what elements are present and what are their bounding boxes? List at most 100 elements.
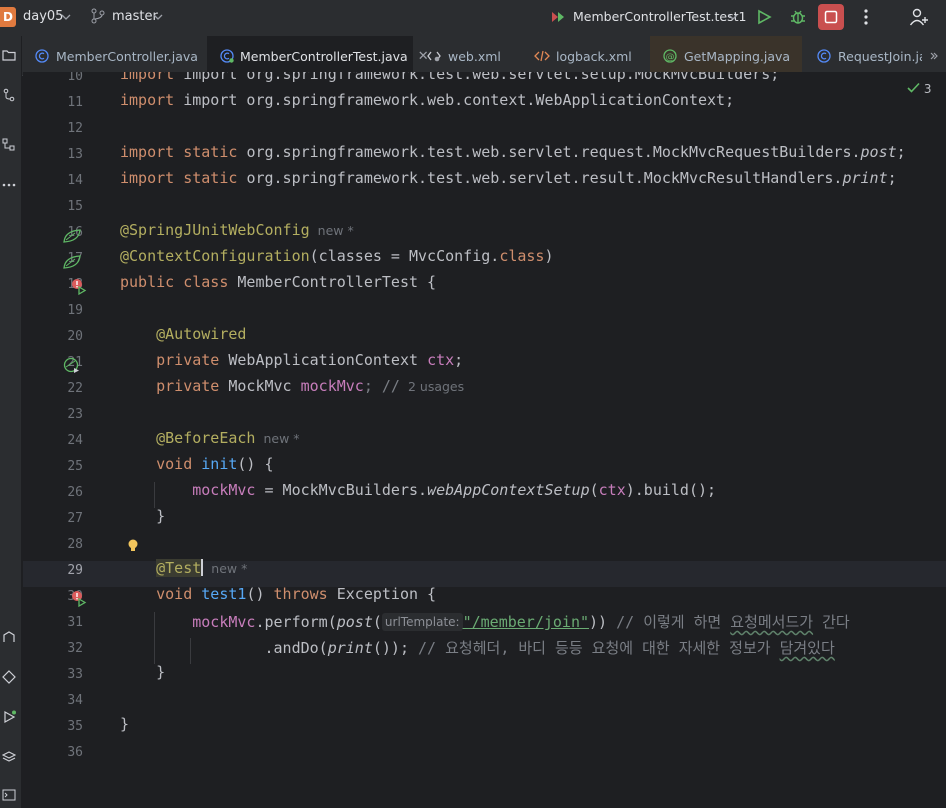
- line-number[interactable]: 26: [23, 485, 83, 500]
- code-line-31: mockMvc.perform(post(urlTemplate: "/membe…: [120, 611, 850, 632]
- structure-icon[interactable]: [0, 136, 18, 154]
- autowired-bean-icon[interactable]: [63, 357, 81, 375]
- string-literal[interactable]: "/member/join": [463, 613, 589, 631]
- xml-file-icon: [426, 48, 442, 64]
- class-declaration: MemberControllerTest {: [237, 273, 437, 291]
- line-number[interactable]: 10: [23, 72, 83, 84]
- branch-name[interactable]: master: [112, 9, 158, 24]
- terminal-icon[interactable]: [0, 786, 18, 804]
- field-name: ctx: [598, 481, 626, 499]
- line-number[interactable]: 22: [23, 381, 83, 396]
- tab-overflow-chevron-icon[interactable]: [922, 36, 946, 76]
- punctuation: ());: [372, 639, 419, 657]
- code-line-27: }: [120, 507, 165, 525]
- code-line-26: mockMvc = MockMvcBuilders.webAppContextS…: [120, 481, 716, 499]
- stop-button[interactable]: [818, 4, 844, 30]
- run-test-failed-icon[interactable]: [70, 590, 88, 608]
- annotation: @SpringJUnitWebConfig: [120, 221, 310, 239]
- annotation: @Autowired: [156, 325, 247, 343]
- author-hint[interactable]: new *: [263, 431, 299, 446]
- code-line-18: public class MemberControllerTest {: [120, 273, 436, 291]
- line-number[interactable]: 25: [23, 459, 83, 474]
- tab-logback-xml[interactable]: logback.xml: [522, 36, 647, 76]
- punctuation: (): [246, 585, 274, 603]
- chevron-down-icon[interactable]: [728, 7, 738, 30]
- line-number[interactable]: 20: [23, 329, 83, 344]
- expression: = MockMvcBuilders.: [255, 481, 428, 499]
- comment-typo: 요청메서드가: [730, 613, 814, 631]
- tab-web-xml[interactable]: web.xml: [414, 36, 518, 76]
- comment-typo: 담겨있다: [779, 639, 835, 657]
- tab-member-controller[interactable]: MemberController.java: [22, 36, 207, 76]
- project-folder-icon[interactable]: [0, 46, 18, 64]
- line-number[interactable]: 36: [23, 745, 83, 760]
- spring-bean-icon[interactable]: [63, 227, 81, 245]
- type-name: MockMvc: [228, 377, 301, 395]
- debug-icon[interactable]: [785, 4, 811, 30]
- chevron-down-icon[interactable]: [61, 7, 71, 30]
- line-number[interactable]: 19: [23, 303, 83, 318]
- import-path: org.springframework.test.web.servlet.req…: [246, 143, 861, 161]
- project-name[interactable]: day05: [23, 9, 63, 24]
- author-hint[interactable]: new *: [318, 223, 354, 238]
- layers-icon[interactable]: [0, 748, 18, 766]
- line-number[interactable]: 31: [23, 615, 83, 630]
- code-line-33: }: [120, 663, 165, 681]
- inspection-widget[interactable]: 3: [907, 82, 931, 96]
- keyword: import static: [120, 169, 247, 187]
- closing-brace: }: [120, 715, 130, 733]
- line-number[interactable]: 33: [23, 667, 83, 682]
- test-run-config-icon[interactable]: [549, 8, 567, 26]
- line-number[interactable]: 23: [23, 407, 83, 422]
- punctuation: () {: [237, 455, 274, 473]
- code-line-25: void init() {: [120, 455, 274, 473]
- svg-text:@: @: [666, 53, 675, 63]
- static-method: print: [327, 639, 373, 657]
- expression: .perform(: [255, 613, 337, 631]
- closing-brace: }: [156, 507, 166, 525]
- closing-brace: }: [156, 663, 166, 681]
- line-number[interactable]: 28: [23, 537, 83, 552]
- line-number[interactable]: 35: [23, 719, 83, 734]
- code-editor[interactable]: 3 10111213141516171819202122232425262728…: [23, 72, 946, 808]
- tab-get-mapping[interactable]: @ GetMapping.java: [650, 36, 802, 76]
- java-class-icon: [816, 48, 832, 64]
- line-number[interactable]: 34: [23, 693, 83, 708]
- static-method: post: [860, 143, 897, 161]
- punctuation: (: [589, 481, 599, 499]
- line-number[interactable]: 15: [23, 199, 83, 214]
- add-user-icon[interactable]: [906, 4, 932, 30]
- endpoints-icon[interactable]: [0, 668, 18, 686]
- more-tools-icon[interactable]: [0, 176, 18, 194]
- run-tool-icon[interactable]: [0, 708, 18, 726]
- line-number[interactable]: 32: [23, 641, 83, 656]
- line-number[interactable]: 14: [23, 173, 83, 188]
- run-icon[interactable]: [751, 4, 777, 30]
- lightbulb-icon[interactable]: [124, 537, 142, 555]
- more-options-icon[interactable]: [853, 4, 879, 30]
- git-branch-icon[interactable]: [90, 6, 106, 26]
- comment: ; //: [363, 377, 400, 395]
- java-class-icon: [34, 48, 50, 64]
- chevron-down-icon[interactable]: [153, 7, 163, 30]
- comment: // 요청헤더, 바디 등등 요청에 대한 자세한 정보가: [418, 639, 780, 657]
- keyword: import: [120, 72, 184, 83]
- line-number[interactable]: 12: [23, 121, 83, 136]
- tab-member-controller-test[interactable]: MemberControllerTest.java ✕: [208, 36, 429, 76]
- tab-request-join[interactable]: RequestJoin.ja: [804, 36, 946, 76]
- run-test-failed-icon[interactable]: [70, 278, 88, 296]
- usages-hint[interactable]: 2 usages: [408, 379, 464, 394]
- services-icon[interactable]: [0, 628, 18, 646]
- project-badge[interactable]: D: [0, 7, 16, 27]
- commit-icon[interactable]: [0, 86, 18, 104]
- line-number[interactable]: 29: [23, 563, 83, 578]
- line-number[interactable]: 11: [23, 95, 83, 110]
- author-hint[interactable]: new *: [211, 561, 247, 576]
- spring-bean-icon[interactable]: [63, 253, 81, 271]
- keyword: void: [156, 585, 202, 603]
- code-line-29: @Test new *: [120, 559, 247, 577]
- line-number[interactable]: 24: [23, 433, 83, 448]
- line-number[interactable]: 27: [23, 511, 83, 526]
- line-number[interactable]: 13: [23, 147, 83, 162]
- run-configuration-name[interactable]: MemberControllerTest.test1: [573, 9, 746, 24]
